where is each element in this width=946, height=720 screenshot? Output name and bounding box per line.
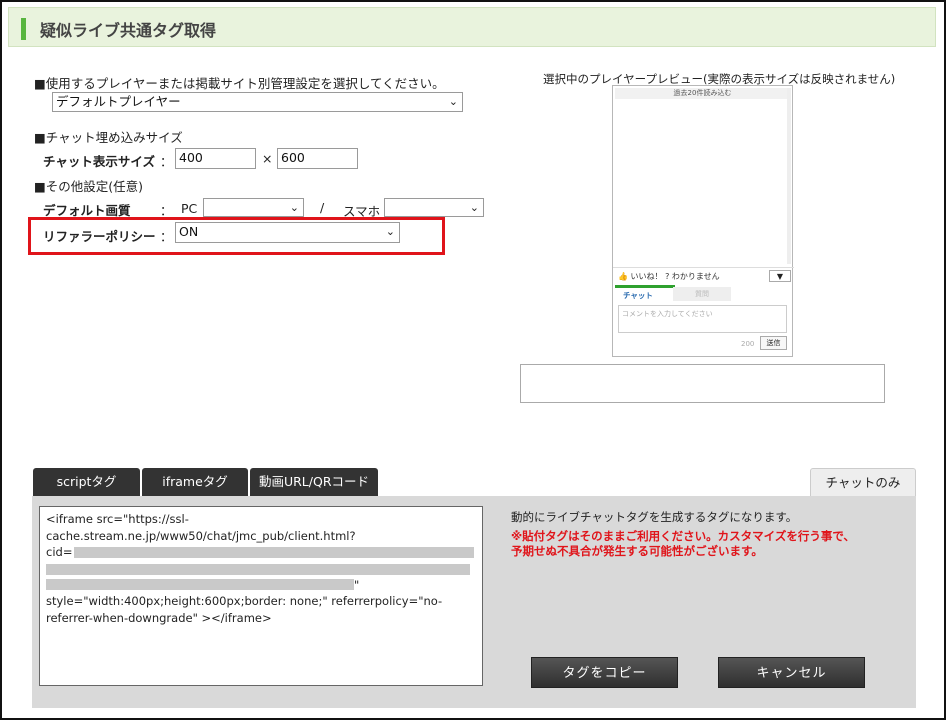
tab-chat-only[interactable]: チャットのみ	[810, 468, 916, 496]
warning-line-1: ※貼付タグはそのままご利用ください。カスタマイズを行う事で、	[511, 529, 855, 543]
header-accent-bar	[21, 18, 26, 40]
preview-char-count: 200	[741, 340, 755, 348]
preview-comment-input[interactable]: コメントを入力してください	[618, 305, 787, 333]
chat-size-label: チャット表示サイズ	[43, 154, 156, 169]
chevron-down-icon: ⌄	[469, 201, 479, 214]
redacted-block	[74, 546, 475, 558]
chevron-down-icon: ⌄	[448, 95, 458, 108]
cancel-button[interactable]: キャンセル	[718, 657, 865, 688]
referrer-policy-label: リファラーポリシー	[43, 229, 156, 244]
referrer-policy-select[interactable]: ON ⌄	[175, 222, 400, 243]
pc-quality-select[interactable]: ⌄	[203, 198, 304, 217]
chat-height-input[interactable]: 600	[277, 148, 358, 169]
other-settings-heading: ■その他設定(任意)	[34, 179, 144, 194]
question-icon[interactable]: ?	[665, 272, 669, 281]
dont-understand-label[interactable]: わかりません	[672, 272, 720, 281]
chevron-down-icon: ⌄	[385, 225, 395, 238]
tag-description: 動的にライブチャットタグを生成するタグになります。	[511, 510, 798, 524]
tag-code-textarea[interactable]: <iframe src="https://ssl- cache.stream.n…	[39, 506, 483, 686]
code-line-2: cache.stream.ne.jp/www50/chat/jmc_pub/cl…	[46, 528, 356, 543]
code-line-5: referrer-when-downgrade" ></iframe>	[46, 610, 272, 625]
player-select[interactable]: デフォルトプレイヤー ⌄	[52, 92, 463, 112]
chat-width-input[interactable]: 400	[175, 148, 256, 169]
code-quote: "	[354, 577, 360, 592]
tab-script[interactable]: scriptタグ	[33, 468, 140, 496]
referrer-policy-value: ON	[179, 224, 199, 239]
code-line-1: <iframe src="https://ssl-	[46, 512, 189, 526]
tab-iframe[interactable]: iframeタグ	[142, 468, 248, 496]
code-cid: cid=	[46, 545, 73, 559]
preview-tab-question[interactable]: 質問	[673, 287, 731, 301]
slash-separator: /	[320, 200, 325, 215]
player-preview: 過去20件読み込む 👍 いいね！ ? わかりません ▼ チャット 質問 コメント…	[612, 85, 794, 357]
smartphone-quality-select[interactable]: ⌄	[384, 198, 484, 217]
preview-dropdown[interactable]: ▼	[769, 270, 791, 282]
page-header: 疑似ライブ共通タグ取得	[8, 7, 936, 47]
tab-video-url-qr[interactable]: 動画URL/QRコード	[250, 468, 378, 496]
code-line-4: style="width:400px;height:600px;border: …	[46, 594, 443, 608]
preview-send-button[interactable]: 送信	[760, 336, 787, 350]
redacted-block	[46, 579, 354, 591]
chevron-down-icon: ⌄	[289, 201, 299, 214]
preview-load-more[interactable]: 過去20件読み込む	[615, 88, 790, 99]
chat-size-heading: ■チャット埋め込みサイズ	[34, 130, 183, 145]
preview-info-box	[520, 364, 885, 403]
warning-text: ※貼付タグはそのままご利用ください。カスタマイズを行う事で、 予期せぬ不具合が発…	[511, 529, 855, 559]
times-sign: ×	[262, 151, 273, 166]
like-label[interactable]: いいね！	[631, 272, 663, 281]
player-heading: ■使用するプレイヤーまたは掲載サイト別管理設定を選択してください。	[34, 76, 445, 91]
preview-active-indicator	[615, 285, 675, 288]
warning-line-2: 予期せぬ不具合が発生する可能性がございます。	[511, 544, 763, 558]
player-select-value: デフォルトプレイヤー	[56, 94, 181, 109]
page-title: 疑似ライブ共通タグ取得	[40, 21, 217, 40]
chat-size-colon: ：	[160, 154, 173, 169]
thumbs-up-icon[interactable]: 👍	[618, 272, 628, 281]
code-line-redacted: "	[46, 577, 476, 594]
redacted-block	[46, 563, 470, 575]
code-line-3: cid=	[46, 544, 476, 561]
preview-scrollbar[interactable]	[787, 88, 791, 264]
preview-reactions: 👍 いいね！ ? わかりません	[618, 271, 720, 282]
pc-label: PC	[181, 201, 198, 216]
preview-tab-chat[interactable]: チャット	[623, 290, 653, 301]
copy-tag-button[interactable]: タグをコピー	[531, 657, 678, 688]
referrer-colon: ：	[160, 229, 173, 244]
preview-toolbar: 👍 いいね！ ? わかりません ▼	[613, 267, 794, 285]
